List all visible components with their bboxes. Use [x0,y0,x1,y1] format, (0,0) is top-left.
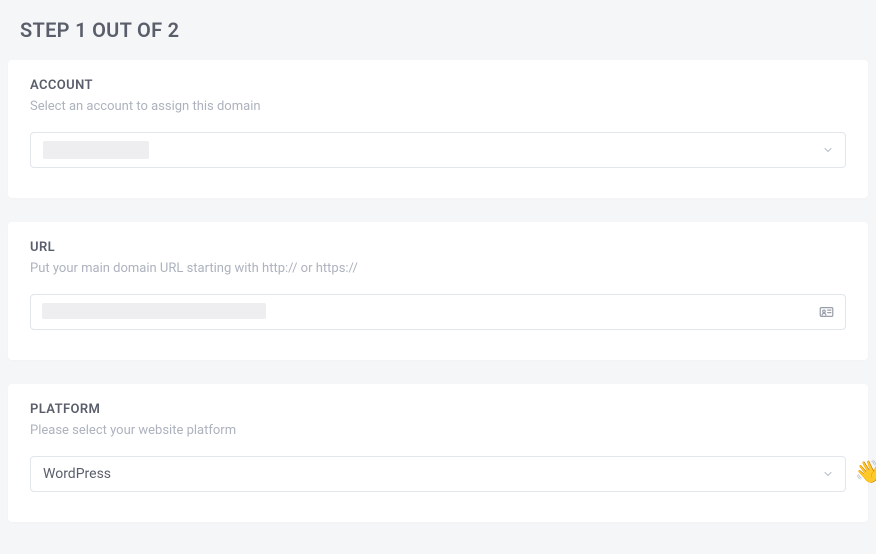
platform-card-title: PLATFORM [30,402,846,417]
step-title: STEP 1 OUT OF 2 [20,18,868,42]
account-select-value [43,141,149,159]
platform-card: PLATFORM Please select your website plat… [8,384,868,522]
account-select[interactable] [30,132,846,168]
account-card: ACCOUNT Select an account to assign this… [8,60,868,198]
wave-emoji-icon[interactable]: 👋 [855,460,876,485]
platform-card-subtitle: Please select your website platform [30,423,846,438]
url-input[interactable] [30,294,846,330]
url-card-title: URL [30,240,846,255]
account-card-subtitle: Select an account to assign this domain [30,99,846,114]
url-card: URL Put your main domain URL starting wi… [8,222,868,360]
account-card-title: ACCOUNT [30,78,846,93]
url-card-subtitle: Put your main domain URL starting with h… [30,261,846,276]
platform-select[interactable]: WordPress [30,456,846,492]
platform-select-value: WordPress [43,466,111,482]
